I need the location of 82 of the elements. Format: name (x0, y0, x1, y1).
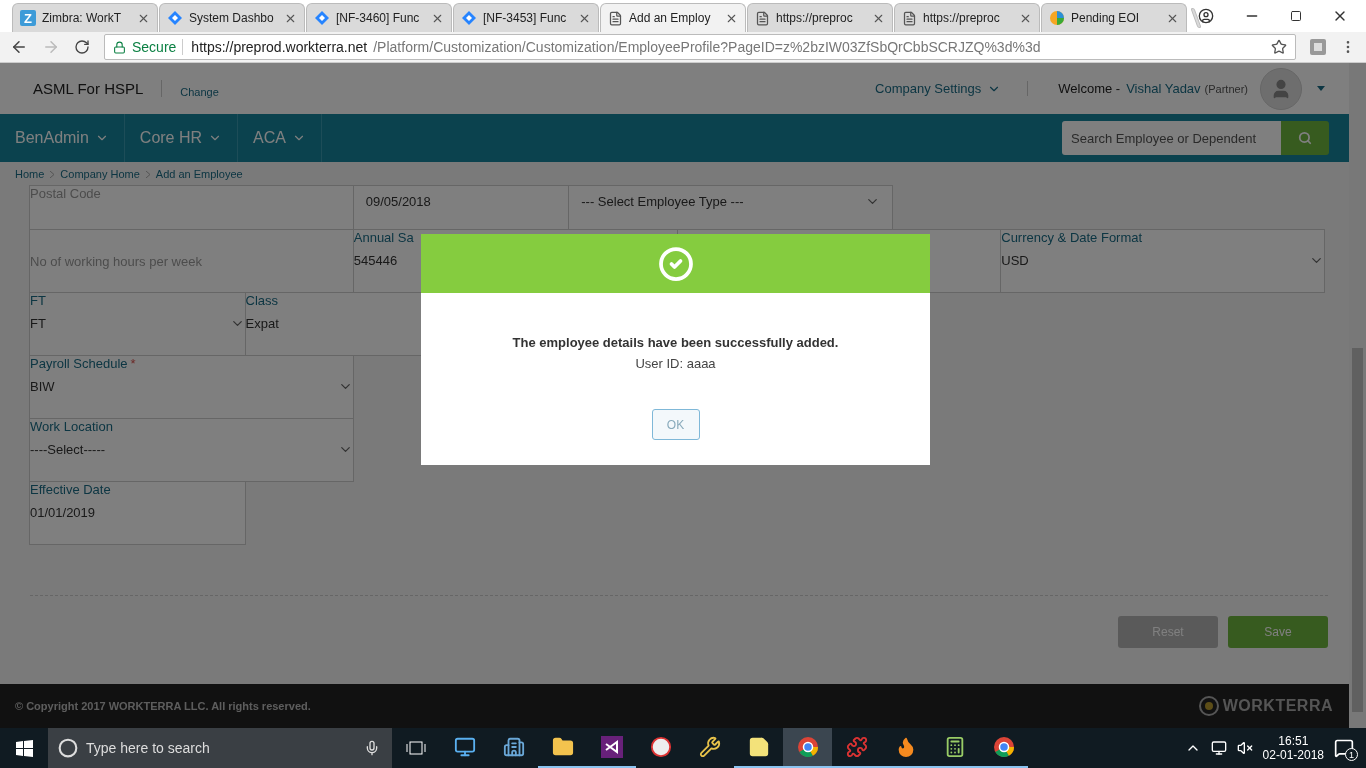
chrome-icon (992, 736, 1015, 758)
windows-logo-icon (15, 739, 33, 757)
user-role: (Partner) (1204, 82, 1248, 95)
nav-menu-item[interactable]: BenAdmin (0, 114, 125, 162)
taskbar-search-field[interactable]: Type here to search (48, 728, 392, 768)
copyright-text: © Copyright 2017 WORKTERRA LLC. All rights reserved. (15, 700, 311, 712)
field-label: Currency & Date Format (1001, 230, 1144, 245)
task-view-icon (406, 741, 426, 755)
diamond-icon (167, 10, 183, 26)
back-icon[interactable] (10, 38, 28, 56)
secure-label: Secure (132, 39, 184, 55)
avatar[interactable] (1260, 67, 1302, 110)
user-name-link[interactable]: Vishal Yadav (1126, 81, 1201, 96)
select-field[interactable]: Work Location ----Select----- (29, 418, 354, 482)
field-label: Class (245, 293, 279, 308)
search-icon (1298, 131, 1312, 145)
sticky-note-icon (747, 736, 770, 758)
check-circle-icon (657, 245, 694, 282)
url-path: /Platform/Customization/Customization/EmployeeProfile?PageID=z%2bzIW03ZfSbQrCbbSCRJZQ%3d%3d (373, 39, 1042, 55)
select-field[interactable]: --- Select Employee Type --- (568, 185, 893, 230)
field-label: Annual Sa (353, 230, 415, 245)
page-icon (755, 10, 770, 26)
company-settings-menu[interactable]: Company Settings (875, 81, 1029, 96)
search-field[interactable]: Search Employee or Dependent (1062, 121, 1281, 155)
reload-icon[interactable] (74, 39, 90, 55)
mute-icon[interactable] (1236, 740, 1253, 756)
url-domain: https://preprod.workterra.net (191, 39, 368, 55)
clock[interactable]: 16:51 02-01-2018 (1262, 734, 1324, 762)
field-label: Effective Date (30, 482, 112, 497)
page-icon (902, 10, 917, 26)
network-icon[interactable] (1210, 740, 1227, 756)
search-placeholder: Type here to search (86, 740, 211, 756)
field-label: Work Location (30, 419, 114, 434)
breadcrumb-link[interactable]: Home (15, 168, 45, 180)
profile-icon[interactable] (1198, 8, 1214, 24)
select-field[interactable]: Payroll Schedule * BIW (29, 355, 354, 419)
breadcrumb-link[interactable]: Add an Employee (155, 168, 243, 180)
star-icon[interactable] (1271, 39, 1287, 55)
chevron-right-icon (145, 170, 150, 178)
browser-tab[interactable]: [NF-3460] Func (306, 3, 452, 32)
circle-icon (649, 736, 672, 758)
company-name: ASML For HSPL (33, 80, 163, 97)
address-bar[interactable]: Secure https://preprod.workterra.net /Platform/Customization/Customization/EmployeeProfile?PageID=z%2bzIW03ZfSbQrCbbSCRJZQ%3d%3d (104, 34, 1296, 60)
field-label: FT (30, 293, 47, 308)
change-link[interactable]: Change (180, 85, 219, 98)
lock-icon (113, 40, 126, 54)
wrench-icon (698, 736, 721, 758)
ribbon-logo-icon (600, 736, 623, 758)
pie-icon (1049, 10, 1065, 26)
maximize-icon[interactable] (1290, 10, 1302, 22)
page-icon (608, 10, 623, 26)
building-icon (502, 736, 525, 758)
browser-tab[interactable]: https://preproc (747, 3, 893, 32)
input-field[interactable]: 09/05/2018 (352, 185, 570, 230)
field-label: Payroll Schedule * (30, 356, 137, 371)
browser-tab[interactable]: Z Zimbra: WorkT (12, 3, 158, 32)
monitor-icon (453, 736, 476, 758)
browser-tab[interactable]: https://preproc (894, 3, 1040, 32)
browser-tab[interactable]: System Dashbo (159, 3, 305, 32)
circle-icon (58, 738, 78, 758)
nav-menu-item[interactable]: Core HR (124, 114, 239, 162)
chevron-right-icon (50, 170, 55, 178)
nav-menu-item[interactable]: ACA (238, 114, 322, 162)
breadcrumb-link[interactable]: Company Home (60, 168, 140, 180)
caret-icon[interactable] (1317, 86, 1325, 91)
microphone-icon[interactable] (364, 740, 380, 756)
letter-icon: Z (20, 10, 36, 26)
browser-tab[interactable]: [NF-3453] Func (453, 3, 599, 32)
puzzle-icon (845, 736, 868, 758)
brand-logo: WORKTERRA (1198, 696, 1333, 716)
select-field[interactable]: Currency & Date Format USD (1000, 229, 1325, 293)
input-field[interactable]: Effective Date 01/01/2019 (29, 481, 246, 545)
diamond-icon (314, 10, 330, 26)
select-field[interactable]: FT FT (29, 292, 246, 356)
folder-icon (551, 736, 574, 758)
ok-button[interactable]: OK (651, 409, 700, 440)
browser-tab[interactable]: Pending EOI (1041, 3, 1187, 32)
user-id-text: User ID: aaaa (634, 356, 717, 371)
welcome-text: Welcome - (1058, 81, 1121, 96)
browser-tab[interactable]: Add an Employ (600, 3, 746, 32)
chrome-icon (796, 736, 819, 758)
diamond-icon (461, 10, 477, 26)
